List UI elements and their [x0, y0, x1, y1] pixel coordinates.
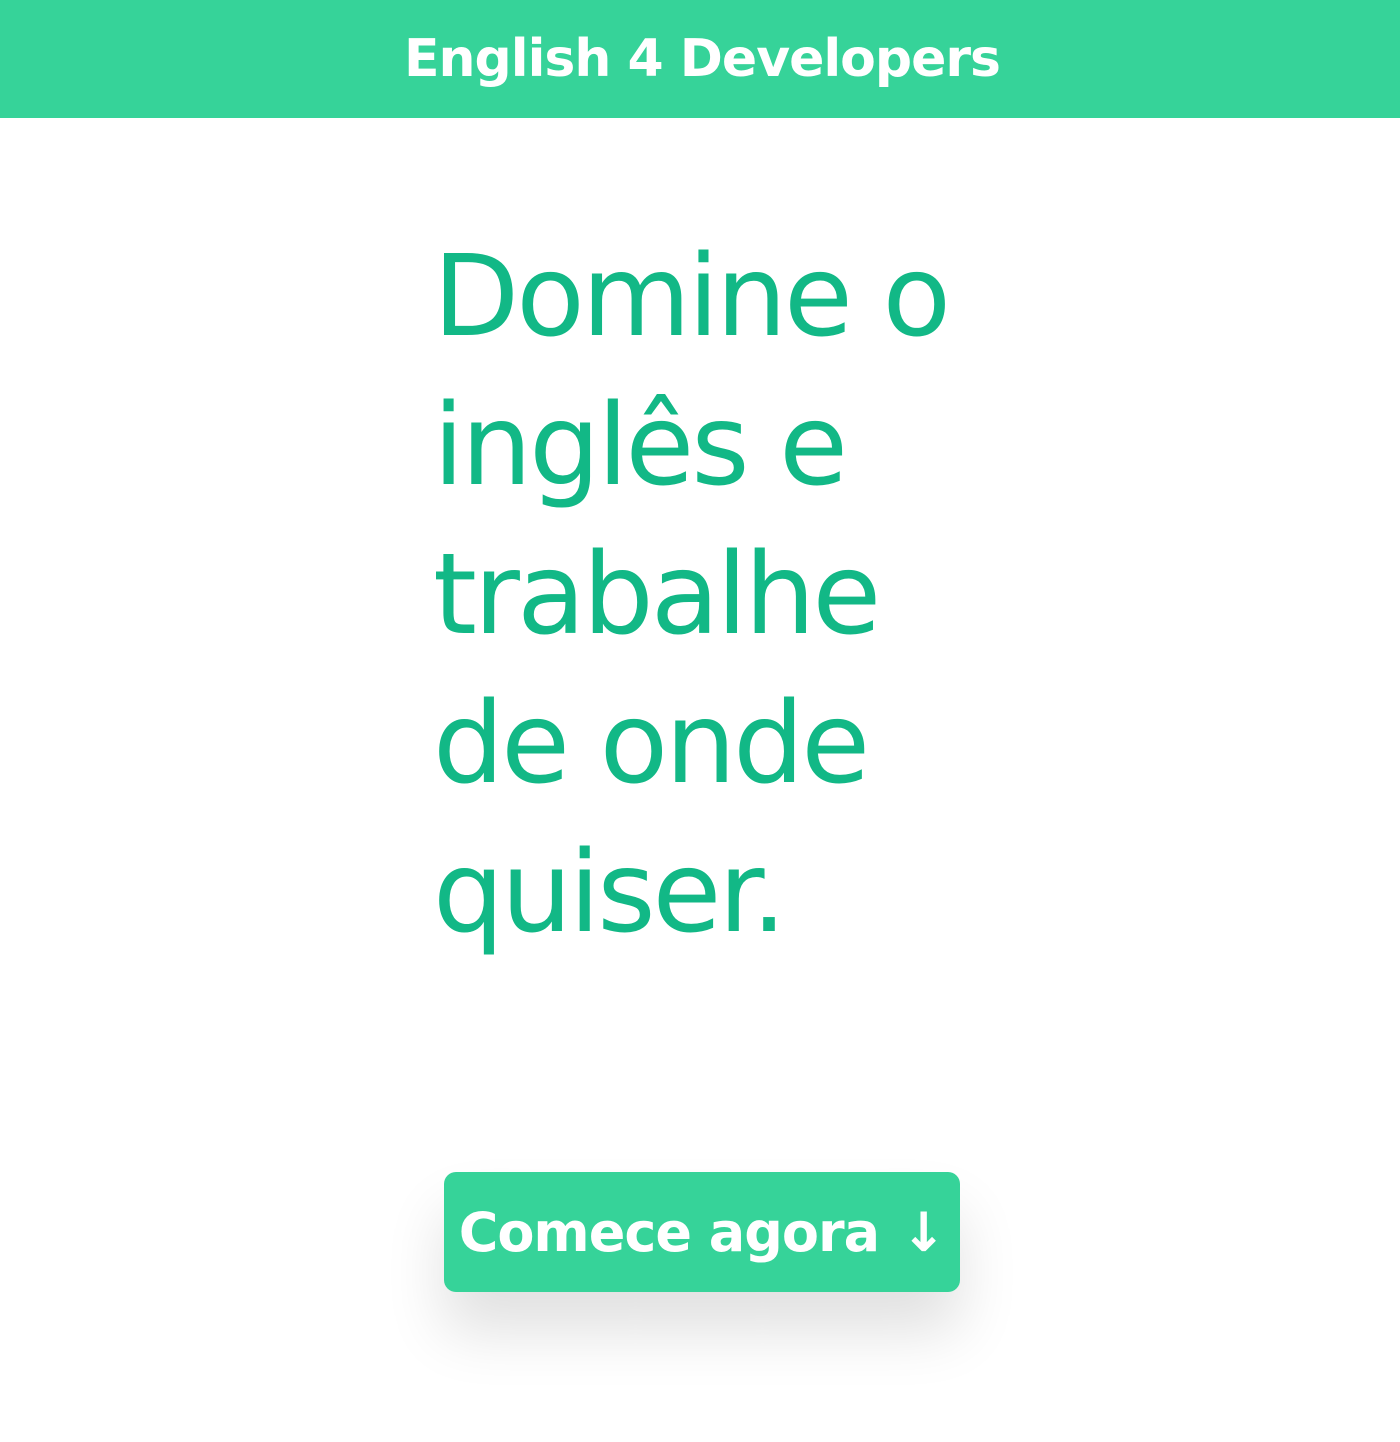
start-now-label: Comece agora — [458, 1200, 880, 1264]
headline-line: inglês e — [433, 381, 848, 511]
headline-line: Domine o — [433, 232, 951, 362]
headline-line: trabalhe — [433, 530, 881, 660]
headline-line: de onde — [433, 679, 870, 809]
start-now-button[interactable]: Comece agora ↓ — [444, 1172, 960, 1292]
top-bar: English 4 Developers — [0, 0, 1400, 118]
arrow-down-icon: ↓ — [901, 1200, 946, 1264]
headline-line: quiser. — [433, 828, 787, 958]
brand-title[interactable]: English 4 Developers — [404, 33, 1001, 85]
hero-headline: Domine o inglês e trabalhe de onde quise… — [433, 223, 1053, 968]
